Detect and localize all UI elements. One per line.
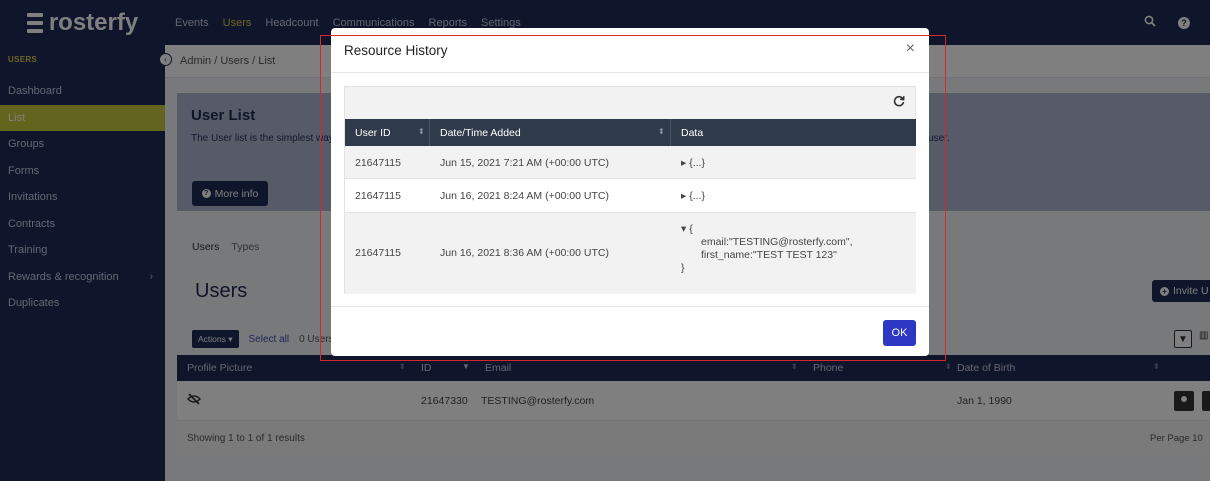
column-header-data[interactable]: Data xyxy=(681,127,703,139)
cell-datetime: Jun 16, 2021 8:24 AM (+00:00 UTC) xyxy=(440,190,609,202)
history-row: 21647115 Jun 16, 2021 8:36 AM (+00:00 UT… xyxy=(345,213,916,294)
column-header-datetime[interactable]: Date/Time Added xyxy=(440,127,521,139)
cell-user-id: 21647115 xyxy=(355,247,401,259)
ok-button[interactable]: OK xyxy=(883,320,916,346)
refresh-icon[interactable] xyxy=(893,95,905,110)
cell-user-id: 21647115 xyxy=(355,157,401,169)
history-row: 21647115 Jun 16, 2021 8:24 AM (+00:00 UT… xyxy=(345,179,916,213)
collapse-data-toggle[interactable]: ▾ { xyxy=(681,223,853,236)
modal-footer: OK xyxy=(331,306,929,356)
json-line: email:"TESTING@rosterfy.com", xyxy=(701,236,853,248)
modal-title: Resource History xyxy=(344,43,448,58)
resource-history-modal: Resource History × User ID ⬍ Date/Time A… xyxy=(331,28,929,356)
cell-datetime: Jun 15, 2021 7:21 AM (+00:00 UTC) xyxy=(440,157,609,169)
modal-header: Resource History × xyxy=(331,28,929,73)
column-divider xyxy=(670,119,671,146)
json-close: } xyxy=(681,262,685,274)
history-table-header: User ID ⬍ Date/Time Added ⬍ Data xyxy=(345,119,916,146)
expanded-data-object: ▾ { email:"TESTING@rosterfy.com", first_… xyxy=(681,223,853,275)
cell-user-id: 21647115 xyxy=(355,190,401,202)
history-panel: User ID ⬍ Date/Time Added ⬍ Data 2164711… xyxy=(344,86,916,294)
column-divider xyxy=(429,119,430,146)
cell-datetime: Jun 16, 2021 8:36 AM (+00:00 UTC) xyxy=(440,247,609,259)
sort-icon[interactable]: ⬍ xyxy=(418,127,425,136)
expand-data-toggle[interactable]: ▸ {...} xyxy=(681,190,705,202)
history-row: 21647115 Jun 15, 2021 7:21 AM (+00:00 UT… xyxy=(345,146,916,179)
json-line: first_name:"TEST TEST 123" xyxy=(701,249,837,261)
close-icon[interactable]: × xyxy=(906,40,915,58)
expand-data-toggle[interactable]: ▸ {...} xyxy=(681,157,705,169)
sort-icon[interactable]: ⬍ xyxy=(658,127,665,136)
column-header-user-id[interactable]: User ID xyxy=(355,127,391,139)
